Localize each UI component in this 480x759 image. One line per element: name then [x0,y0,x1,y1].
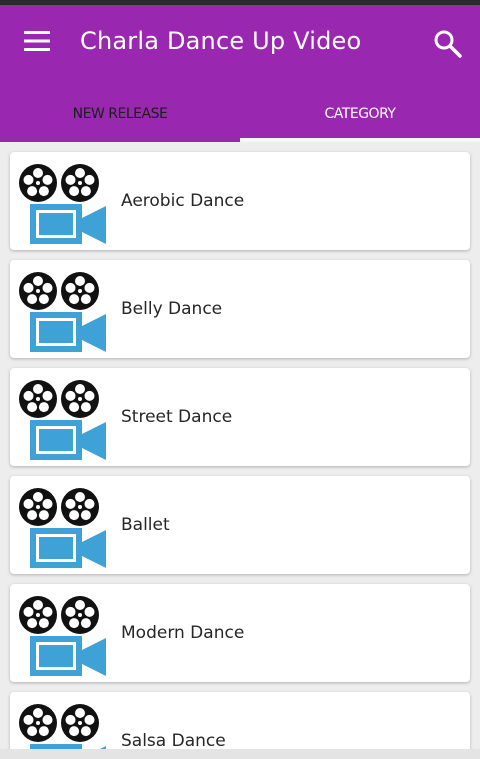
search-icon [434,30,462,58]
list-item-label: Belly Dance [121,299,223,319]
tab-category[interactable]: CATEGORY [240,86,480,142]
hamburger-menu-icon [24,31,50,51]
video-camera-icon [16,374,108,462]
search-button[interactable] [432,28,464,60]
app-title: Charla Dance Up Video [80,27,362,55]
video-camera-icon [16,482,108,570]
list-item[interactable]: Belly Dance [10,260,470,358]
list-item[interactable]: Modern Dance [10,584,470,682]
video-camera-icon [16,590,108,678]
video-camera-icon [16,266,108,354]
menu-button[interactable] [22,28,52,54]
tab-new-release[interactable]: NEW RELEASE [0,86,240,142]
tab-new-release-label: NEW RELEASE [72,106,168,122]
bottom-edge [0,749,480,759]
video-camera-icon [16,158,108,246]
list-item-label: Aerobic Dance [121,191,245,211]
list-item[interactable]: Aerobic Dance [10,152,470,250]
list-item[interactable]: Street Dance [10,368,470,466]
tab-category-label: CATEGORY [324,106,396,122]
list-item-label: Street Dance [121,407,233,427]
category-list: Aerobic Dance Belly Dance Street Dance B… [0,142,480,759]
list-item-label: Ballet [121,515,170,535]
tab-bar: NEW RELEASE CATEGORY [0,86,480,142]
list-item-label: Modern Dance [121,623,245,643]
list-item[interactable]: Ballet [10,476,470,574]
